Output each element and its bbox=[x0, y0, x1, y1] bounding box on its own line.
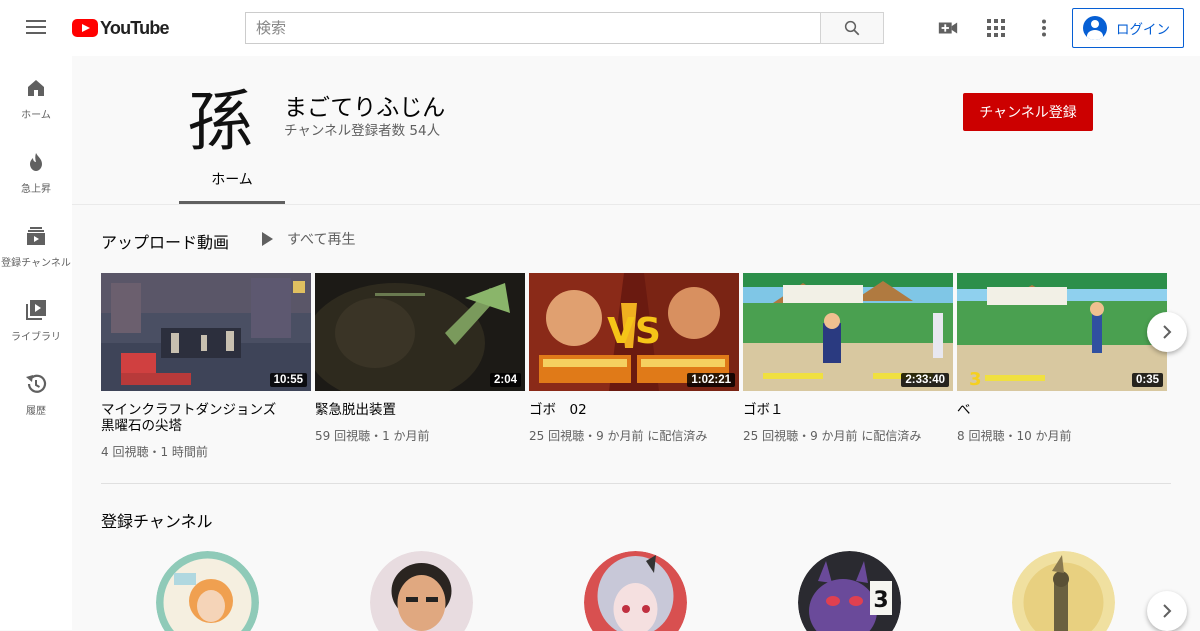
video-card[interactable]: 2:04 緊急脱出装置 59 回視聴・1 か月前 bbox=[315, 273, 525, 444]
history-icon bbox=[24, 372, 48, 396]
channel-avatar-item[interactable]: 3 bbox=[798, 551, 901, 631]
library-icon bbox=[24, 298, 48, 322]
video-duration: 0:35 bbox=[1132, 373, 1163, 387]
search-icon bbox=[843, 19, 861, 37]
channel-avatar-item[interactable] bbox=[584, 551, 687, 631]
video-duration: 2:33:40 bbox=[901, 373, 949, 387]
video-meta: 4 回視聴・1 時間前 bbox=[101, 443, 311, 460]
sidebar-item-label: 急上昇 bbox=[0, 180, 76, 195]
youtube-play-icon bbox=[72, 19, 98, 37]
sidebar-item-label: 登録チャンネル bbox=[0, 254, 76, 269]
logo-text: YouTube bbox=[100, 18, 169, 39]
video-title[interactable]: マインクラフトダンジョンズ 黒曜石の尖塔 bbox=[101, 402, 301, 434]
uploads-next-button[interactable] bbox=[1147, 312, 1187, 352]
video-meta: 25 回視聴・9 か月前 に配信済み bbox=[743, 427, 953, 444]
channel-thumbnail bbox=[156, 551, 259, 631]
svg-text:3: 3 bbox=[969, 369, 982, 390]
sidebar-item-history[interactable]: 履歴 bbox=[0, 352, 72, 426]
channel-header: 孫 まごてりふじん チャンネル登録者数 54人 チャンネル登録 ホーム bbox=[72, 56, 1200, 204]
search-button[interactable] bbox=[820, 12, 884, 44]
chevron-right-icon bbox=[1159, 324, 1175, 340]
channel-thumbnail bbox=[370, 551, 473, 631]
home-icon bbox=[24, 76, 48, 100]
video-thumbnail[interactable]: 2:04 bbox=[315, 273, 525, 391]
video-meta: 59 回視聴・1 か月前 bbox=[315, 427, 525, 444]
sidebar-item-label: 履歴 bbox=[0, 402, 76, 417]
video-title[interactable]: ゴボ１ bbox=[743, 402, 943, 418]
video-thumbnail[interactable]: 2:33:40 bbox=[743, 273, 953, 391]
menu-icon[interactable] bbox=[24, 16, 48, 40]
video-card[interactable]: VS 1:02:21 ゴボ 02 25 回視聴・9 か月前 に配信済み bbox=[529, 273, 739, 444]
subscriptions-icon bbox=[24, 224, 48, 248]
channel-thumbnail bbox=[584, 551, 687, 631]
apps-grid-icon[interactable] bbox=[984, 16, 1008, 40]
channel-avatar-item[interactable] bbox=[156, 551, 259, 631]
video-title[interactable]: 緊急脱出装置 bbox=[315, 402, 515, 418]
sidebar-item-label: ライブラリ bbox=[0, 328, 76, 343]
video-thumbnail[interactable]: 3 0:35 bbox=[957, 273, 1167, 391]
channel-name: まごてりふじん bbox=[284, 88, 445, 122]
channels-next-button[interactable] bbox=[1147, 591, 1187, 631]
subscriber-count: チャンネル登録者数 54人 bbox=[284, 119, 440, 139]
channel-avatar-item[interactable] bbox=[1012, 551, 1115, 631]
search-bar bbox=[245, 12, 884, 44]
channel-avatar[interactable]: 孫 bbox=[180, 76, 260, 156]
video-title[interactable]: べ bbox=[957, 402, 1157, 418]
trending-flame-icon bbox=[24, 150, 48, 174]
top-bar: YouTube ログイン bbox=[0, 0, 1200, 56]
channel-avatar-item[interactable] bbox=[370, 551, 473, 631]
video-card[interactable]: 10:55 マインクラフトダンジョンズ 黒曜石の尖塔 4 回視聴・1 時間前 bbox=[101, 273, 311, 460]
video-thumbnail[interactable]: VS 1:02:21 bbox=[529, 273, 739, 391]
video-meta: 25 回視聴・9 か月前 に配信済み bbox=[529, 427, 739, 444]
svg-text:VS: VS bbox=[607, 311, 661, 352]
sidebar-item-label: ホーム bbox=[0, 106, 76, 121]
video-title[interactable]: ゴボ 02 bbox=[529, 402, 729, 418]
tab-home[interactable]: ホーム bbox=[179, 164, 285, 204]
video-duration: 2:04 bbox=[490, 373, 521, 387]
video-card[interactable]: 2:33:40 ゴボ１ 25 回視聴・9 か月前 に配信済み bbox=[743, 273, 953, 444]
video-meta: 8 回視聴・10 か月前 bbox=[957, 427, 1167, 444]
uploads-section-title[interactable]: アップロード動画 bbox=[101, 229, 229, 253]
play-all-button[interactable]: すべて再生 bbox=[258, 229, 355, 249]
video-card[interactable]: 3 0:35 べ 8 回視聴・10 か月前 bbox=[957, 273, 1167, 444]
play-icon bbox=[262, 232, 273, 246]
video-duration: 10:55 bbox=[270, 373, 307, 387]
search-input[interactable] bbox=[245, 12, 820, 44]
sidebar-item-library[interactable]: ライブラリ bbox=[0, 278, 72, 352]
svg-text:3: 3 bbox=[873, 588, 888, 613]
youtube-logo[interactable]: YouTube bbox=[72, 17, 169, 39]
sidebar-item-subscriptions[interactable]: 登録チャンネル bbox=[0, 204, 72, 278]
sidebar: ホーム 急上昇 登録チャンネル ライブラリ 履歴 bbox=[0, 56, 72, 630]
more-vert-icon[interactable] bbox=[1032, 16, 1056, 40]
channel-content: アップロード動画 すべて再生 10:55 マインクラフトダンジョンズ 黒 bbox=[72, 204, 1200, 630]
account-circle-icon bbox=[1083, 16, 1107, 40]
login-label: ログイン bbox=[1116, 18, 1170, 38]
video-duration: 1:02:21 bbox=[687, 373, 735, 387]
channel-thumbnail bbox=[1012, 551, 1115, 631]
sidebar-item-trending[interactable]: 急上昇 bbox=[0, 130, 72, 204]
subscribe-button[interactable]: チャンネル登録 bbox=[963, 93, 1093, 131]
sidebar-item-home[interactable]: ホーム bbox=[0, 56, 72, 130]
subscribed-channels-title: 登録チャンネル bbox=[101, 508, 213, 532]
video-camera-add-icon[interactable] bbox=[936, 16, 960, 40]
chevron-right-icon bbox=[1159, 603, 1175, 619]
video-thumbnail[interactable]: 10:55 bbox=[101, 273, 311, 391]
section-divider bbox=[101, 483, 1171, 484]
channel-thumbnail: 3 bbox=[798, 551, 901, 631]
play-all-label: すべて再生 bbox=[287, 229, 355, 249]
login-button[interactable]: ログイン bbox=[1072, 8, 1184, 48]
